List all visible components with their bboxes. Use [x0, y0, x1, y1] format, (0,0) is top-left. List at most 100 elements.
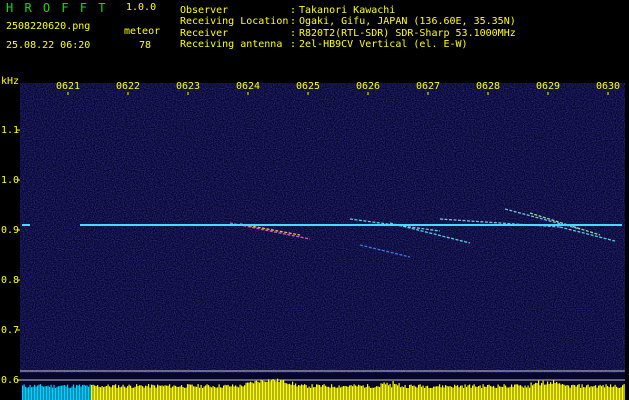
spectrum-bar	[200, 384, 202, 400]
spectrum-bar	[205, 385, 207, 400]
spectrum-bar	[293, 385, 295, 400]
info-sep: :	[290, 28, 297, 39]
spectrum-bar	[622, 385, 624, 400]
spectrum-bar	[275, 381, 277, 400]
spectrum-bar	[491, 386, 493, 400]
spectrum-bar	[143, 387, 145, 400]
spectrum-bar	[118, 385, 120, 400]
spectrum-bar	[107, 384, 109, 400]
spectrum-bar	[149, 387, 151, 400]
spectrum-bar	[263, 381, 265, 400]
spectrum-bar	[203, 386, 205, 400]
spectrum-bar	[184, 387, 186, 400]
spectrum-bar	[545, 384, 547, 400]
spectrum-bar	[485, 386, 487, 400]
time-tick-label: 0627	[416, 81, 440, 92]
spectrum-bar	[271, 379, 273, 400]
spectrum-bar	[601, 386, 603, 400]
spectrum-bar	[334, 386, 336, 400]
spectrum-bar	[428, 387, 430, 400]
spectrum-bar	[133, 387, 135, 400]
spectrum-bar	[235, 385, 237, 400]
spectrum-bar	[292, 381, 294, 400]
info-key-location: Receiving Location	[180, 16, 289, 27]
spectrum-bar	[301, 384, 303, 400]
spectrum-bar	[325, 385, 327, 400]
time-tick-label: 0623	[176, 81, 200, 92]
spectrum-bar	[443, 387, 445, 400]
spectrum-bar	[166, 385, 168, 400]
spectrum-bar	[478, 386, 480, 400]
spectrum-bar	[388, 385, 390, 400]
spectrum-bar	[328, 386, 330, 400]
spectrum-bar	[448, 386, 450, 400]
spectrum-bar	[34, 384, 36, 400]
app-title: H R O F F T	[6, 1, 108, 15]
spectrum-bar	[211, 387, 213, 400]
spectrum-bar	[269, 381, 271, 400]
spectrum-bar	[187, 384, 189, 400]
spectrum-bar	[362, 385, 364, 400]
spectrum-bar	[101, 385, 103, 400]
spectrum-bar	[38, 384, 40, 400]
spectrum-bar	[461, 385, 463, 400]
spectrum-bar	[31, 387, 33, 400]
spectrum-bar	[121, 386, 123, 400]
spectrum-bar	[79, 384, 81, 400]
spectrum-bar	[553, 380, 555, 400]
spectrum-bar	[47, 385, 49, 400]
spectrum-bar	[73, 384, 75, 400]
spectrum-bar	[616, 386, 618, 400]
spectrum-bar	[175, 385, 177, 400]
spectrum-bar	[229, 386, 231, 400]
spectrum-bar	[160, 385, 162, 400]
spectrum-bar	[119, 387, 121, 400]
spectrum-bar	[194, 386, 196, 400]
spectrum-bar	[56, 386, 58, 400]
spectrum-bar	[439, 384, 441, 400]
spectrum-bar	[403, 387, 405, 400]
freq-tick-label: 1.0	[1, 175, 19, 186]
spectrum-bar	[427, 385, 429, 400]
info-value-location: Ogaki, Gifu, JAPAN (136.60E, 35.35N)	[299, 16, 516, 27]
freq-tick-label: 1.1	[1, 125, 19, 136]
spectrum-bar	[80, 386, 82, 400]
spectrum-bar	[560, 384, 562, 400]
spectrum-bar	[538, 380, 540, 400]
spectrum-bar	[386, 382, 388, 400]
spectrum-bar	[197, 384, 199, 400]
spectrum-bar	[85, 385, 87, 400]
time-tick-label: 0621	[56, 81, 80, 92]
spectrum-bar	[40, 384, 42, 400]
spectrum-bar	[61, 385, 63, 400]
spectrum-bar	[244, 385, 246, 400]
spectrum-bar	[572, 384, 574, 400]
spectrum-bar	[145, 385, 147, 400]
spectrum-bar	[434, 386, 436, 400]
spectrum-bar	[112, 385, 114, 400]
spectrum-bar	[277, 378, 279, 400]
spectrum-bar	[587, 384, 589, 400]
spectrum-bar	[481, 387, 483, 400]
spectrum-bar	[218, 384, 220, 400]
spectrum-bar	[449, 386, 451, 400]
spectrum-bar	[397, 385, 399, 400]
spectrum-bar	[332, 387, 334, 400]
spectrum-bar	[482, 384, 484, 400]
spectrum-bar	[518, 385, 520, 400]
spectrum-bar	[173, 385, 175, 400]
spectrum-bar	[350, 385, 352, 400]
spectrum-bar	[202, 387, 204, 400]
spectrum-bar	[514, 384, 516, 400]
spectrum-bar	[581, 384, 583, 400]
spectrum-bar	[535, 382, 537, 400]
spectrum-bar	[32, 386, 34, 400]
spectrum-bar	[83, 384, 85, 400]
spectrum-bar	[110, 387, 112, 400]
spectrum-bar	[331, 384, 333, 400]
spectrum-bar	[529, 387, 531, 400]
spectrum-bar	[505, 385, 507, 400]
freq-tick-label: 0.9	[1, 225, 19, 236]
spectrum-bar	[127, 386, 129, 400]
spectrum-bar	[212, 385, 214, 400]
